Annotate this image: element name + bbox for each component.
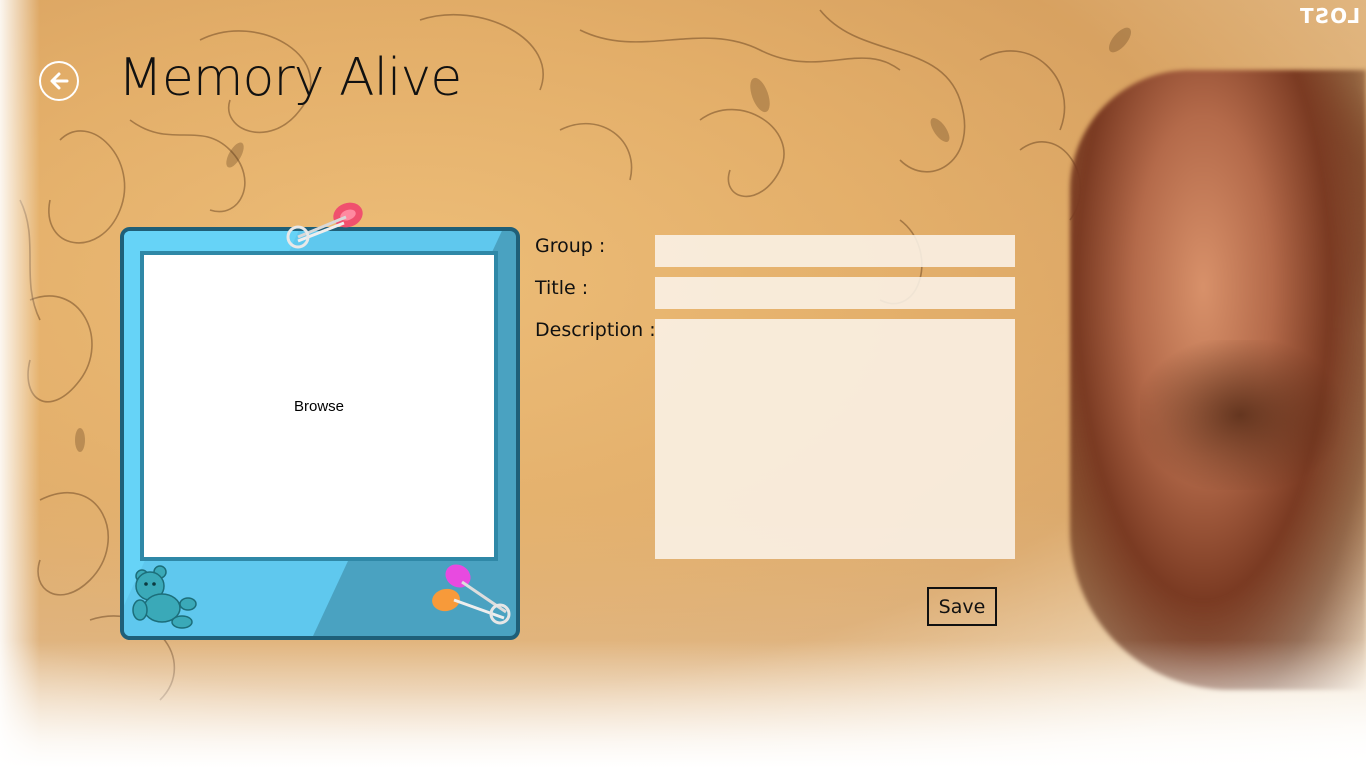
safety-pin-icon xyxy=(286,202,363,249)
browse-label: Browse xyxy=(293,397,345,415)
teddy-bear-icon xyxy=(132,565,197,629)
title-label: Title : xyxy=(535,277,589,299)
page-title: Memory Alive xyxy=(118,48,462,108)
bottom-fade xyxy=(0,640,1366,768)
corner-logo-text: LOST xyxy=(1298,4,1360,28)
save-button[interactable]: Save xyxy=(927,587,997,626)
group-input[interactable] xyxy=(655,235,1015,267)
safety-pins-icon xyxy=(432,564,511,625)
frame-inner-border: Browse xyxy=(140,251,498,561)
title-input[interactable] xyxy=(655,277,1015,309)
description-textarea[interactable] xyxy=(655,319,1015,559)
back-arrow-icon xyxy=(50,72,69,90)
back-button[interactable] xyxy=(39,61,79,101)
photo-shadow xyxy=(1140,340,1340,490)
group-label: Group : xyxy=(535,235,606,257)
description-label: Description : xyxy=(535,319,656,341)
browse-image-button[interactable]: Browse xyxy=(144,255,494,557)
